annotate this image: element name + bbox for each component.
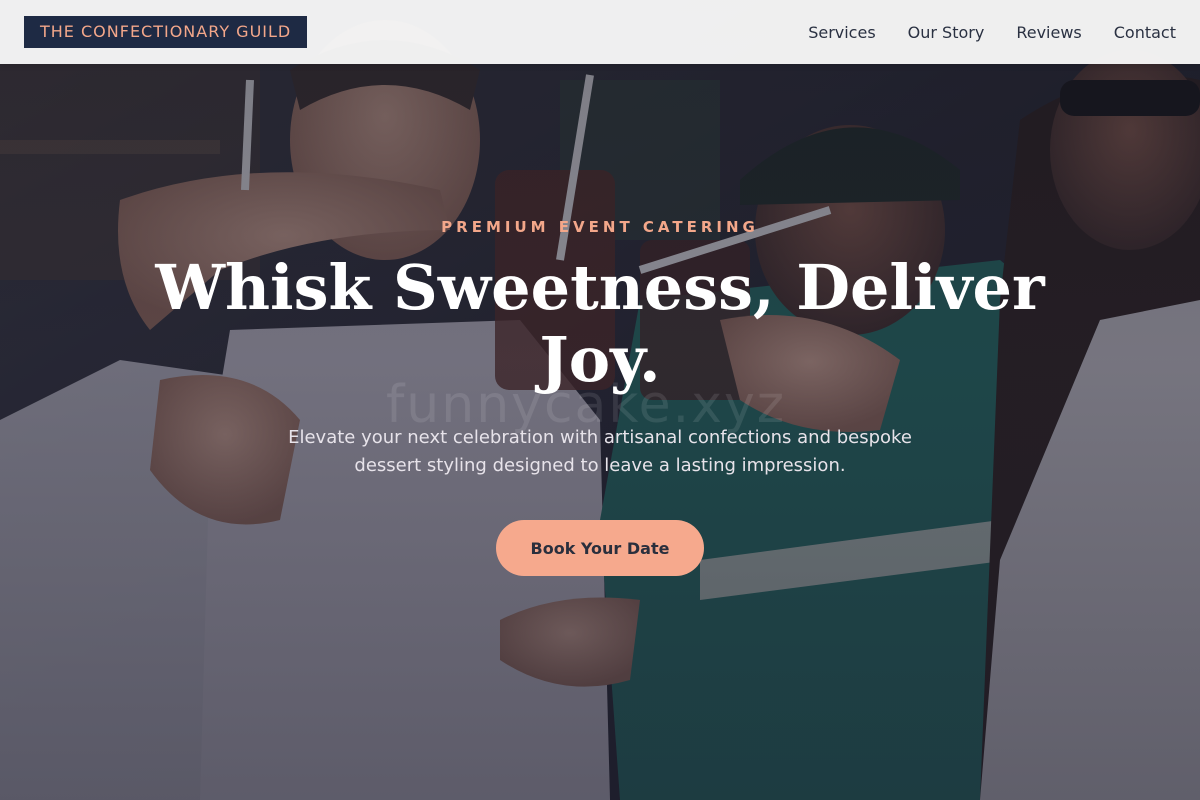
brand-logo[interactable]: THE CONFECTIONARY GUILD [24, 16, 308, 48]
nav-link-services[interactable]: Services [808, 23, 875, 42]
nav-link-contact[interactable]: Contact [1114, 23, 1176, 42]
main-nav: Services Our Story Reviews Contact [808, 0, 1176, 64]
site-header: THE CONFECTIONARY GUILD Services Our Sto… [0, 0, 1200, 64]
hero-eyebrow: PREMIUM EVENT CATERING [441, 218, 759, 236]
landing-page: THE CONFECTIONARY GUILD Services Our Sto… [0, 0, 1200, 800]
hero-section: PREMIUM EVENT CATERING Whisk Sweetness, … [0, 218, 1200, 576]
book-your-date-button[interactable]: Book Your Date [496, 520, 704, 576]
nav-link-reviews[interactable]: Reviews [1016, 23, 1081, 42]
nav-link-our-story[interactable]: Our Story [908, 23, 985, 42]
hero-title: Whisk Sweetness, Deliver Joy. [155, 251, 1045, 396]
hero-subtitle: Elevate your next celebration with artis… [288, 427, 912, 476]
